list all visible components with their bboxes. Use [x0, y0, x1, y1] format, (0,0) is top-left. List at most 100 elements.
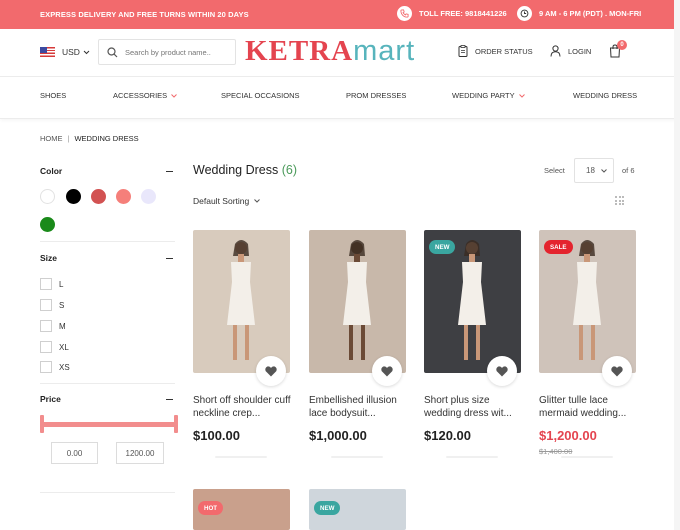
- size-label: S: [59, 301, 64, 310]
- product-card[interactable]: SALEGlitter tulle lace mermaid wedding..…: [539, 230, 636, 373]
- price-min-value: 0.00: [67, 449, 83, 458]
- chevron-down-icon: [171, 94, 177, 98]
- color-swatch-green[interactable]: [40, 217, 55, 232]
- size-option-m[interactable]: M: [40, 320, 66, 332]
- price-max-input[interactable]: 1200.00: [116, 442, 164, 464]
- heart-icon: [381, 366, 393, 377]
- size-label: XS: [59, 363, 70, 372]
- product-price: $1,200.00: [539, 428, 597, 443]
- page-title-text: Wedding Dress: [193, 163, 278, 177]
- page-title: Wedding Dress (6): [193, 163, 297, 177]
- price-max-value: 1200.00: [126, 449, 155, 458]
- wishlist-button[interactable]: [256, 356, 286, 386]
- color-swatch-lavender[interactable]: [141, 189, 156, 204]
- size-option-xl[interactable]: XL: [40, 341, 69, 353]
- product-tag-badge: NEW: [314, 501, 340, 515]
- product-price: $1,000.00: [309, 428, 367, 443]
- heart-icon: [265, 366, 277, 377]
- size-label: M: [59, 322, 66, 331]
- card-underline: [561, 456, 613, 458]
- wishlist-button[interactable]: [602, 356, 632, 386]
- price-slider-min-handle[interactable]: [40, 415, 44, 433]
- logo[interactable]: KETRAmart: [245, 35, 415, 68]
- breadcrumb: HOME | WEDDING DRESS: [40, 134, 139, 143]
- page-count-label: of 6: [622, 166, 635, 175]
- checkbox[interactable]: [40, 320, 52, 332]
- product-image[interactable]: [193, 230, 290, 373]
- card-underline: [331, 456, 383, 458]
- size-option-l[interactable]: L: [40, 278, 63, 290]
- sort-label: Default Sorting: [193, 196, 249, 206]
- size-option-xs[interactable]: XS: [40, 361, 70, 373]
- per-page-select[interactable]: 18: [574, 158, 614, 183]
- checkbox[interactable]: [40, 299, 52, 311]
- scrollbar[interactable]: [674, 0, 680, 530]
- product-old-price: $1,400.00: [539, 447, 572, 456]
- promo-text: EXPRESS DELIVERY AND FREE TURNS WITHIN 2…: [40, 10, 249, 19]
- product-tag-badge: SALE: [544, 240, 573, 254]
- nav-item-wedding-party[interactable]: WEDDING PARTY: [452, 91, 525, 100]
- search-box: [98, 39, 236, 65]
- login-link[interactable]: LOGIN: [550, 45, 591, 57]
- currency-label: USD: [62, 47, 80, 57]
- search-icon[interactable]: [107, 47, 118, 58]
- product-price: $100.00: [193, 428, 240, 443]
- checkbox[interactable]: [40, 361, 52, 373]
- size-filter-header[interactable]: Size: [40, 253, 173, 263]
- nav-item-accessories[interactable]: ACCESSORIES: [113, 91, 177, 100]
- breadcrumb-home[interactable]: HOME: [40, 134, 63, 143]
- size-option-s[interactable]: S: [40, 299, 64, 311]
- size-label: L: [59, 280, 63, 289]
- search-input[interactable]: [125, 45, 231, 60]
- sort-dropdown[interactable]: Default Sorting: [193, 196, 260, 206]
- price-min-input[interactable]: 0.00: [51, 442, 98, 464]
- nav-item-wedding-dress[interactable]: WEDDING DRESS: [573, 91, 637, 100]
- color-filter-title: Color: [40, 166, 62, 176]
- product-name[interactable]: Glitter tulle lace mermaid wedding...: [539, 394, 639, 420]
- order-status-link[interactable]: ORDER STATUS: [458, 45, 533, 57]
- price-slider-max-handle[interactable]: [174, 415, 178, 433]
- checkbox[interactable]: [40, 278, 52, 290]
- product-card[interactable]: HOT: [193, 489, 290, 530]
- nav-item-shoes[interactable]: SHOES: [40, 91, 66, 100]
- size-filter-title: Size: [40, 253, 57, 263]
- product-name[interactable]: Short plus size wedding dress wit...: [424, 394, 524, 420]
- color-swatch-white[interactable]: [40, 189, 55, 204]
- nav-label: WEDDING PARTY: [452, 91, 515, 100]
- wishlist-button[interactable]: [487, 356, 517, 386]
- color-swatch-coral[interactable]: [116, 189, 131, 204]
- cart-button[interactable]: 0: [609, 44, 621, 63]
- currency-selector[interactable]: USD: [62, 47, 90, 57]
- price-filter-header[interactable]: Price: [40, 394, 173, 404]
- product-name[interactable]: Embellished illusion lace bodysuit...: [309, 394, 409, 420]
- wishlist-button[interactable]: [372, 356, 402, 386]
- us-flag-icon[interactable]: [40, 47, 55, 57]
- grid-view-icon[interactable]: [615, 196, 624, 205]
- collapse-icon[interactable]: [166, 258, 173, 259]
- price-slider-track[interactable]: [42, 422, 176, 427]
- product-name[interactable]: Short off shoulder cuff neckline crep...: [193, 394, 293, 420]
- breadcrumb-separator: |: [68, 134, 70, 143]
- nav-item-prom-dresses[interactable]: PROM DRESSES: [346, 91, 406, 100]
- product-card[interactable]: Short off shoulder cuff neckline crep...…: [193, 230, 290, 373]
- color-swatch-red[interactable]: [91, 189, 106, 204]
- chevron-down-icon: [254, 199, 260, 203]
- collapse-icon[interactable]: [166, 399, 173, 400]
- divider: [40, 383, 175, 384]
- price-filter-title: Price: [40, 394, 61, 404]
- product-card[interactable]: NEWShort plus size wedding dress wit...$…: [424, 230, 521, 373]
- product-card[interactable]: NEW: [309, 489, 406, 530]
- nav-item-special-occasions[interactable]: SPECIAL OCCASIONS: [221, 91, 300, 100]
- top-bar: EXPRESS DELIVERY AND FREE TURNS WITHIN 2…: [0, 0, 680, 29]
- product-card[interactable]: Embellished illusion lace bodysuit...$1,…: [309, 230, 406, 373]
- logo-part-2: mart: [353, 35, 415, 67]
- product-image[interactable]: [309, 230, 406, 373]
- color-swatch-black[interactable]: [66, 189, 81, 204]
- size-label: XL: [59, 343, 69, 352]
- card-underline: [215, 456, 267, 458]
- product-price: $120.00: [424, 428, 471, 443]
- checkbox[interactable]: [40, 341, 52, 353]
- phone-icon: [397, 6, 412, 21]
- color-filter-header[interactable]: Color: [40, 166, 173, 176]
- collapse-icon[interactable]: [166, 171, 173, 172]
